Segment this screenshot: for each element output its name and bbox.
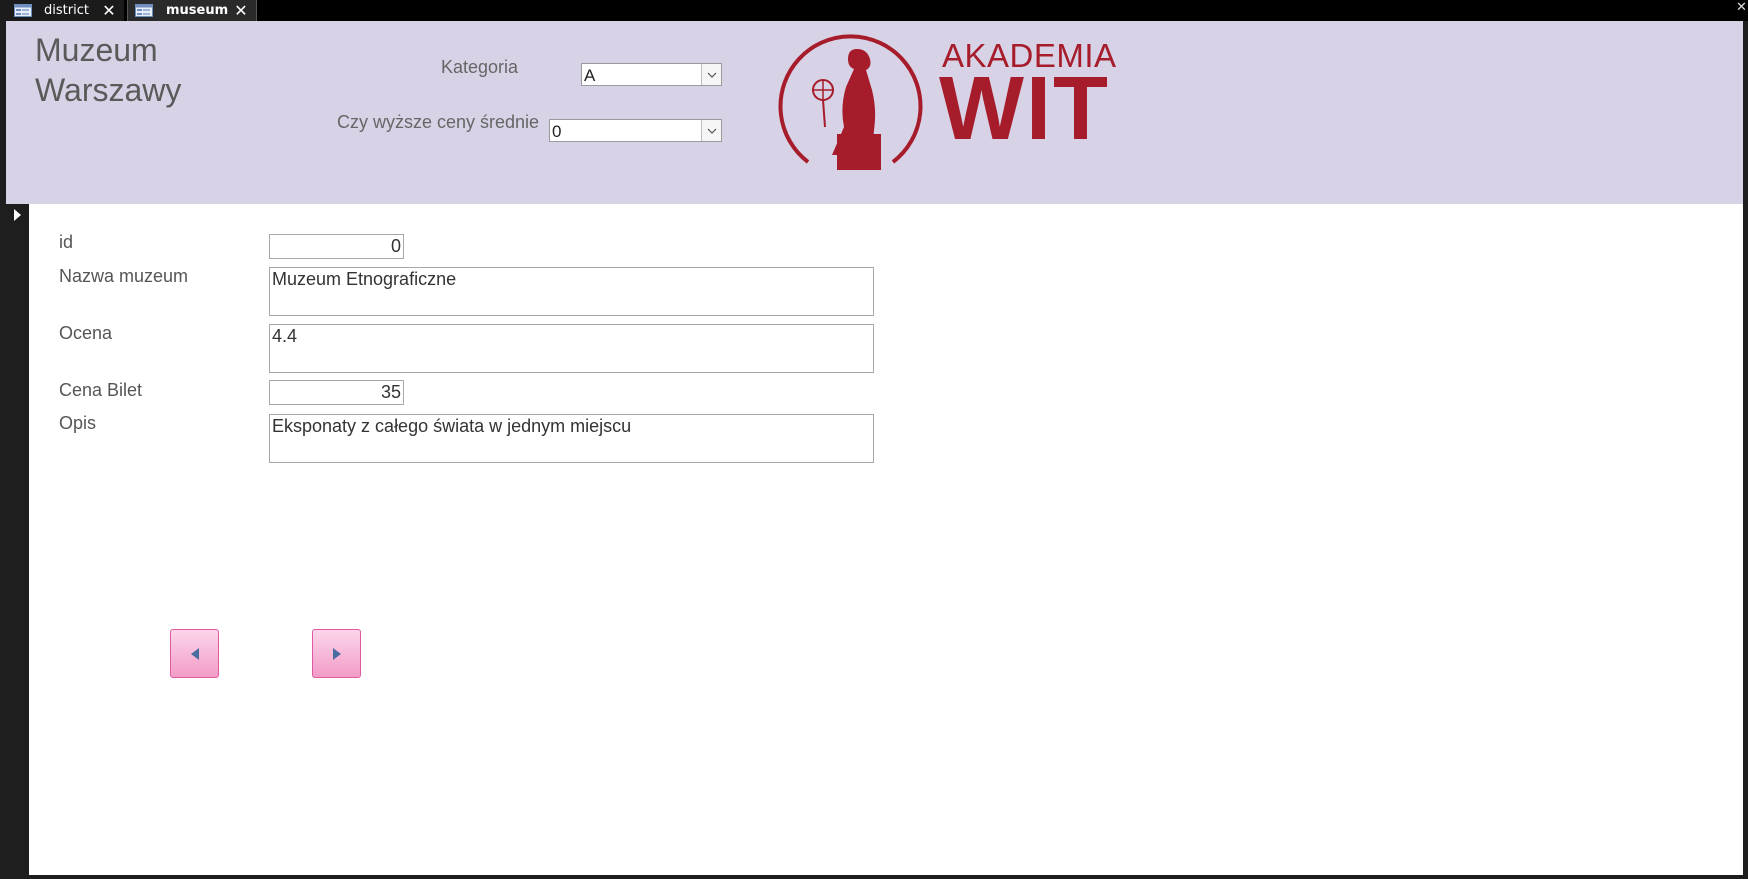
logo-word-wit: WIT bbox=[939, 59, 1110, 159]
nazwa-value: Muzeum Etnograficzne bbox=[272, 269, 457, 289]
triangle-left-icon bbox=[190, 647, 199, 660]
chevron-down-icon[interactable] bbox=[701, 64, 721, 85]
cena-field[interactable]: 35 bbox=[269, 380, 404, 405]
id-value: 0 bbox=[390, 236, 401, 256]
current-record-icon bbox=[14, 209, 21, 221]
ocena-value: 4.4 bbox=[272, 326, 298, 346]
form-icon bbox=[14, 4, 32, 17]
previous-record-button[interactable] bbox=[170, 629, 219, 678]
opis-label: Opis bbox=[59, 413, 97, 433]
window-close-icon[interactable]: ✕ bbox=[1736, 0, 1748, 16]
form-icon bbox=[135, 4, 153, 17]
opis-field[interactable]: Eksponaty z całego świata w jednym miejs… bbox=[269, 414, 874, 463]
id-label: id bbox=[59, 232, 74, 252]
kategoria-label: Kategoria bbox=[441, 57, 519, 77]
tab-label: museum bbox=[166, 3, 229, 18]
form-detail: id 0 Nazwa muzeum Muzeum Etnograficzne O… bbox=[29, 204, 1743, 875]
tab-district[interactable]: district ✕ bbox=[0, 0, 124, 21]
tab-museum[interactable]: museum ✕ bbox=[127, 0, 257, 21]
akademia-wit-logo: AKADEMIA WIT bbox=[773, 27, 1116, 177]
id-field[interactable]: 0 bbox=[269, 234, 404, 259]
kategoria-combobox[interactable]: A bbox=[581, 63, 722, 86]
nazwa-label: Nazwa muzeum bbox=[59, 266, 189, 286]
ceny-value: 0 bbox=[552, 122, 562, 141]
tab-label: district bbox=[44, 3, 89, 18]
opis-value: Eksponaty z całego świata w jednym miejs… bbox=[272, 416, 632, 436]
ceny-label: Czy wyższe ceny średnie bbox=[337, 112, 540, 132]
form-header: Muzeum Warszawy Kategoria A Czy wyższe c… bbox=[6, 21, 1743, 204]
page-title: Muzeum Warszawy bbox=[35, 32, 182, 108]
next-record-button[interactable] bbox=[312, 629, 361, 678]
cena-value: 35 bbox=[380, 382, 401, 402]
ceny-combobox[interactable]: 0 bbox=[549, 119, 722, 142]
record-selector[interactable] bbox=[6, 204, 29, 875]
bottom-border bbox=[0, 875, 1748, 879]
ocena-field[interactable]: 4.4 bbox=[269, 324, 874, 373]
document-tab-bar: district ✕ museum ✕ ✕ bbox=[0, 0, 1748, 21]
close-icon[interactable]: ✕ bbox=[100, 1, 118, 20]
triangle-right-icon bbox=[332, 647, 341, 660]
nazwa-field[interactable]: Muzeum Etnograficzne bbox=[269, 267, 874, 316]
cena-label: Cena Bilet bbox=[59, 380, 143, 400]
close-icon[interactable]: ✕ bbox=[232, 1, 250, 20]
scholar-emblem-icon bbox=[778, 34, 923, 170]
kategoria-value: A bbox=[584, 66, 596, 85]
chevron-down-icon[interactable] bbox=[701, 120, 721, 141]
ocena-label: Ocena bbox=[59, 323, 113, 343]
